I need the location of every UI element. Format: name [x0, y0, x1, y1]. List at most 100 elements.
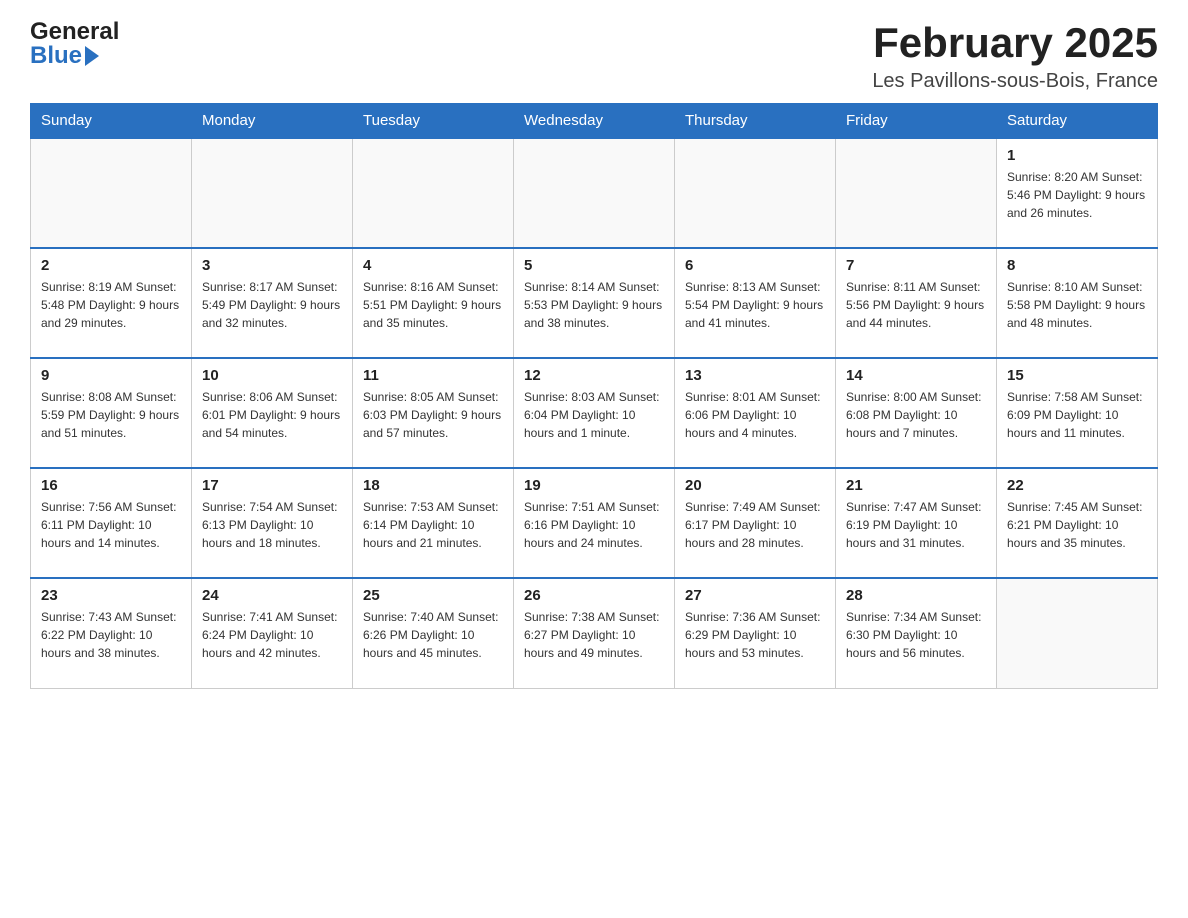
day-number: 27: [685, 587, 825, 604]
day-info: Sunrise: 8:20 AM Sunset: 5:46 PM Dayligh…: [1007, 168, 1147, 222]
week-row-2: 2 Sunrise: 8:19 AM Sunset: 5:48 PM Daylig…: [31, 248, 1158, 358]
day-number: 28: [846, 587, 986, 604]
calendar-cell: 5 Sunrise: 8:14 AM Sunset: 5:53 PM Daylig…: [514, 248, 675, 358]
calendar-cell: 14Sunrise: 8:00 AM Sunset: 6:08 PM Dayli…: [836, 358, 997, 468]
title-section: February 2025 Les Pavillons-sous-Bois, F…: [872, 20, 1158, 93]
logo-blue: Blue: [30, 44, 119, 68]
day-number: 8: [1007, 257, 1147, 274]
page-header: General Blue February 2025 Les Pavillons…: [30, 20, 1158, 93]
logo-general: General: [30, 20, 119, 44]
day-number: 13: [685, 367, 825, 384]
week-row-3: 9Sunrise: 8:08 AM Sunset: 5:59 PM Daylig…: [31, 358, 1158, 468]
day-info: Sunrise: 8:06 AM Sunset: 6:01 PM Dayligh…: [202, 388, 342, 442]
day-info: Sunrise: 7:49 AM Sunset: 6:17 PM Dayligh…: [685, 498, 825, 552]
day-number: 9: [41, 367, 181, 384]
day-info: Sunrise: 7:34 AM Sunset: 6:30 PM Dayligh…: [846, 608, 986, 662]
calendar-cell: 27 Sunrise: 7:36 AM Sunset: 6:29 PM Dayli…: [675, 578, 836, 688]
day-info: Sunrise: 7:45 AM Sunset: 6:21 PM Dayligh…: [1007, 498, 1147, 552]
day-info: Sunrise: 7:51 AM Sunset: 6:16 PM Dayligh…: [524, 498, 664, 552]
day-number: 26: [524, 587, 664, 604]
day-number: 23: [41, 587, 181, 604]
calendar-cell: 6Sunrise: 8:13 AM Sunset: 5:54 PM Daylig…: [675, 248, 836, 358]
calendar-cell: 23 Sunrise: 7:43 AM Sunset: 6:22 PM Dayli…: [31, 578, 192, 688]
calendar-cell: 22 Sunrise: 7:45 AM Sunset: 6:21 PM Dayli…: [997, 468, 1158, 578]
day-number: 22: [1007, 477, 1147, 494]
day-number: 5: [524, 257, 664, 274]
calendar-cell: 16 Sunrise: 7:56 AM Sunset: 6:11 PM Dayli…: [31, 468, 192, 578]
calendar-cell: 11 Sunrise: 8:05 AM Sunset: 6:03 PM Dayli…: [353, 358, 514, 468]
day-number: 15: [1007, 367, 1147, 384]
day-number: 19: [524, 477, 664, 494]
day-info: Sunrise: 8:16 AM Sunset: 5:51 PM Dayligh…: [363, 278, 503, 332]
weekday-header-monday: Monday: [192, 104, 353, 139]
day-number: 20: [685, 477, 825, 494]
calendar-cell: 1 Sunrise: 8:20 AM Sunset: 5:46 PM Daylig…: [997, 138, 1158, 248]
location-title: Les Pavillons-sous-Bois, France: [872, 70, 1158, 93]
day-info: Sunrise: 7:43 AM Sunset: 6:22 PM Dayligh…: [41, 608, 181, 662]
month-title: February 2025: [872, 20, 1158, 66]
day-info: Sunrise: 8:19 AM Sunset: 5:48 PM Dayligh…: [41, 278, 181, 332]
day-info: Sunrise: 7:38 AM Sunset: 6:27 PM Dayligh…: [524, 608, 664, 662]
day-info: Sunrise: 8:17 AM Sunset: 5:49 PM Dayligh…: [202, 278, 342, 332]
weekday-header-saturday: Saturday: [997, 104, 1158, 139]
day-number: 14: [846, 367, 986, 384]
day-info: Sunrise: 7:56 AM Sunset: 6:11 PM Dayligh…: [41, 498, 181, 552]
calendar-cell: 7 Sunrise: 8:11 AM Sunset: 5:56 PM Daylig…: [836, 248, 997, 358]
day-number: 25: [363, 587, 503, 604]
logo-arrow-icon: [85, 46, 99, 66]
day-info: Sunrise: 8:01 AM Sunset: 6:06 PM Dayligh…: [685, 388, 825, 442]
day-number: 21: [846, 477, 986, 494]
calendar-cell: 19 Sunrise: 7:51 AM Sunset: 6:16 PM Dayli…: [514, 468, 675, 578]
day-info: Sunrise: 8:05 AM Sunset: 6:03 PM Dayligh…: [363, 388, 503, 442]
day-number: 2: [41, 257, 181, 274]
day-info: Sunrise: 7:53 AM Sunset: 6:14 PM Dayligh…: [363, 498, 503, 552]
day-number: 1: [1007, 147, 1147, 164]
day-info: Sunrise: 8:10 AM Sunset: 5:58 PM Dayligh…: [1007, 278, 1147, 332]
day-info: Sunrise: 8:14 AM Sunset: 5:53 PM Dayligh…: [524, 278, 664, 332]
calendar-cell: 3 Sunrise: 8:17 AM Sunset: 5:49 PM Daylig…: [192, 248, 353, 358]
week-row-1: 1 Sunrise: 8:20 AM Sunset: 5:46 PM Daylig…: [31, 138, 1158, 248]
calendar-cell: 9Sunrise: 8:08 AM Sunset: 5:59 PM Daylig…: [31, 358, 192, 468]
day-info: Sunrise: 7:36 AM Sunset: 6:29 PM Dayligh…: [685, 608, 825, 662]
calendar-cell: 24 Sunrise: 7:41 AM Sunset: 6:24 PM Dayli…: [192, 578, 353, 688]
calendar-cell: 2 Sunrise: 8:19 AM Sunset: 5:48 PM Daylig…: [31, 248, 192, 358]
calendar-cell: 17 Sunrise: 7:54 AM Sunset: 6:13 PM Dayli…: [192, 468, 353, 578]
calendar-cell: [675, 138, 836, 248]
calendar-cell: [997, 578, 1158, 688]
day-info: Sunrise: 7:41 AM Sunset: 6:24 PM Dayligh…: [202, 608, 342, 662]
calendar-cell: 26 Sunrise: 7:38 AM Sunset: 6:27 PM Dayli…: [514, 578, 675, 688]
day-number: 10: [202, 367, 342, 384]
calendar-cell: 8 Sunrise: 8:10 AM Sunset: 5:58 PM Daylig…: [997, 248, 1158, 358]
day-number: 11: [363, 367, 503, 384]
weekday-header-tuesday: Tuesday: [353, 104, 514, 139]
logo: General Blue: [30, 20, 119, 68]
day-number: 18: [363, 477, 503, 494]
week-row-5: 23 Sunrise: 7:43 AM Sunset: 6:22 PM Dayli…: [31, 578, 1158, 688]
day-info: Sunrise: 7:58 AM Sunset: 6:09 PM Dayligh…: [1007, 388, 1147, 442]
day-info: Sunrise: 7:40 AM Sunset: 6:26 PM Dayligh…: [363, 608, 503, 662]
day-info: Sunrise: 7:54 AM Sunset: 6:13 PM Dayligh…: [202, 498, 342, 552]
day-number: 24: [202, 587, 342, 604]
day-number: 7: [846, 257, 986, 274]
calendar-cell: 13 Sunrise: 8:01 AM Sunset: 6:06 PM Dayli…: [675, 358, 836, 468]
weekday-header-friday: Friday: [836, 104, 997, 139]
day-info: Sunrise: 7:47 AM Sunset: 6:19 PM Dayligh…: [846, 498, 986, 552]
calendar-cell: 12 Sunrise: 8:03 AM Sunset: 6:04 PM Dayli…: [514, 358, 675, 468]
day-number: 16: [41, 477, 181, 494]
weekday-header-thursday: Thursday: [675, 104, 836, 139]
calendar-cell: 21 Sunrise: 7:47 AM Sunset: 6:19 PM Dayli…: [836, 468, 997, 578]
day-number: 12: [524, 367, 664, 384]
day-info: Sunrise: 8:11 AM Sunset: 5:56 PM Dayligh…: [846, 278, 986, 332]
calendar-table: SundayMondayTuesdayWednesdayThursdayFrid…: [30, 103, 1158, 689]
calendar-cell: [353, 138, 514, 248]
calendar-cell: 10 Sunrise: 8:06 AM Sunset: 6:01 PM Dayli…: [192, 358, 353, 468]
calendar-cell: 4Sunrise: 8:16 AM Sunset: 5:51 PM Daylig…: [353, 248, 514, 358]
week-row-4: 16 Sunrise: 7:56 AM Sunset: 6:11 PM Dayli…: [31, 468, 1158, 578]
calendar-cell: [31, 138, 192, 248]
day-info: Sunrise: 8:13 AM Sunset: 5:54 PM Dayligh…: [685, 278, 825, 332]
calendar-cell: [514, 138, 675, 248]
calendar-cell: [192, 138, 353, 248]
day-number: 3: [202, 257, 342, 274]
day-info: Sunrise: 8:03 AM Sunset: 6:04 PM Dayligh…: [524, 388, 664, 442]
day-number: 17: [202, 477, 342, 494]
